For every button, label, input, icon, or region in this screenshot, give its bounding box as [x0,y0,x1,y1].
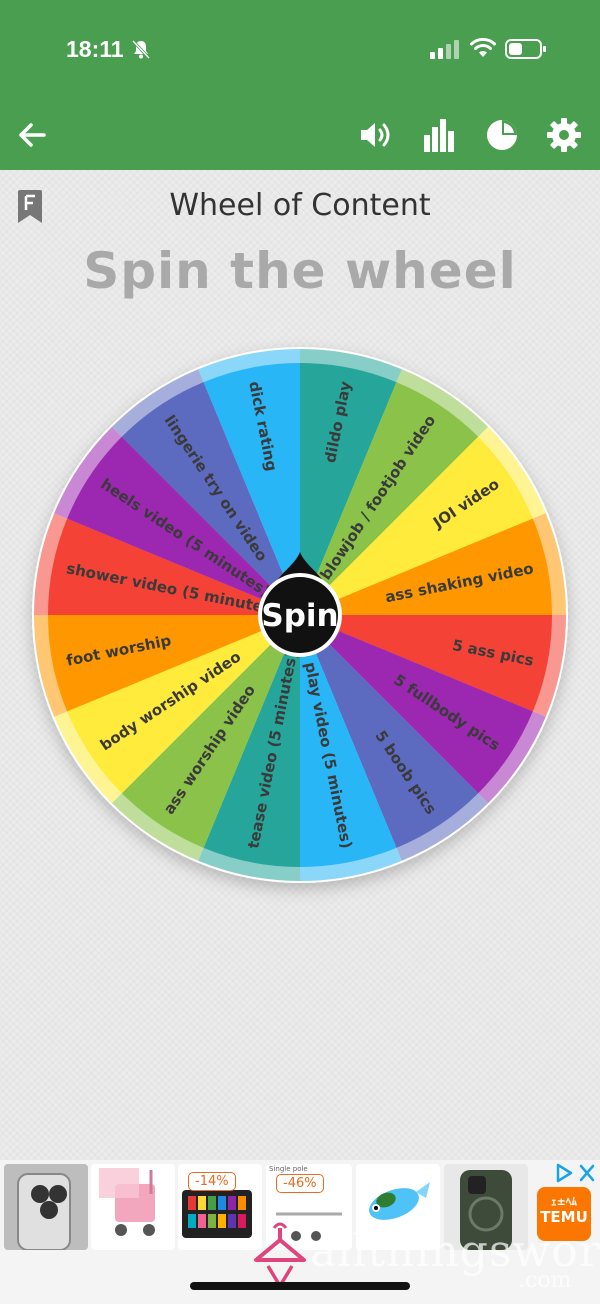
ad-choices-icon[interactable] [555,1162,597,1184]
spin-wheel[interactable]: dildo playblowjob / footjob videoJOI vid… [0,170,600,1160]
settings-gear-icon[interactable] [544,115,584,155]
battery-icon [505,39,546,59]
app-bar [0,100,600,170]
discount-badge-1: -14% [188,1172,236,1191]
ad-product-phone-case[interactable] [4,1164,88,1250]
wifi-icon [470,37,496,57]
status-time: 18:11 [66,36,124,62]
pie-chart-icon[interactable] [482,115,522,155]
ad-product-towel-bar[interactable]: Single pole -46% [266,1164,352,1250]
ad-product-fishing-lure[interactable] [356,1164,440,1250]
bar-stats-icon[interactable] [419,115,459,155]
volume-icon[interactable] [356,115,396,155]
cellular-signal-icon [430,40,459,59]
temu-logo[interactable]: ｪ±ﾍﾑ TEMU [537,1187,591,1241]
bell-off-icon [131,39,151,60]
home-indicator[interactable] [190,1282,410,1290]
ad-product-craft-kit[interactable]: -14% [178,1164,262,1250]
discount-badge-2: -46% [276,1174,324,1193]
ad-product-cart[interactable] [91,1164,175,1250]
ad-product-phone-case-2[interactable] [444,1164,528,1250]
back-arrow-icon[interactable] [12,115,52,155]
spin-button-label: Spin [261,598,338,634]
wheel-page: Wheel of Content Spin the wheel dildo pl… [0,170,600,1160]
status-bar: 18:11 [0,0,600,100]
ad-caption: Single pole [269,1165,308,1173]
